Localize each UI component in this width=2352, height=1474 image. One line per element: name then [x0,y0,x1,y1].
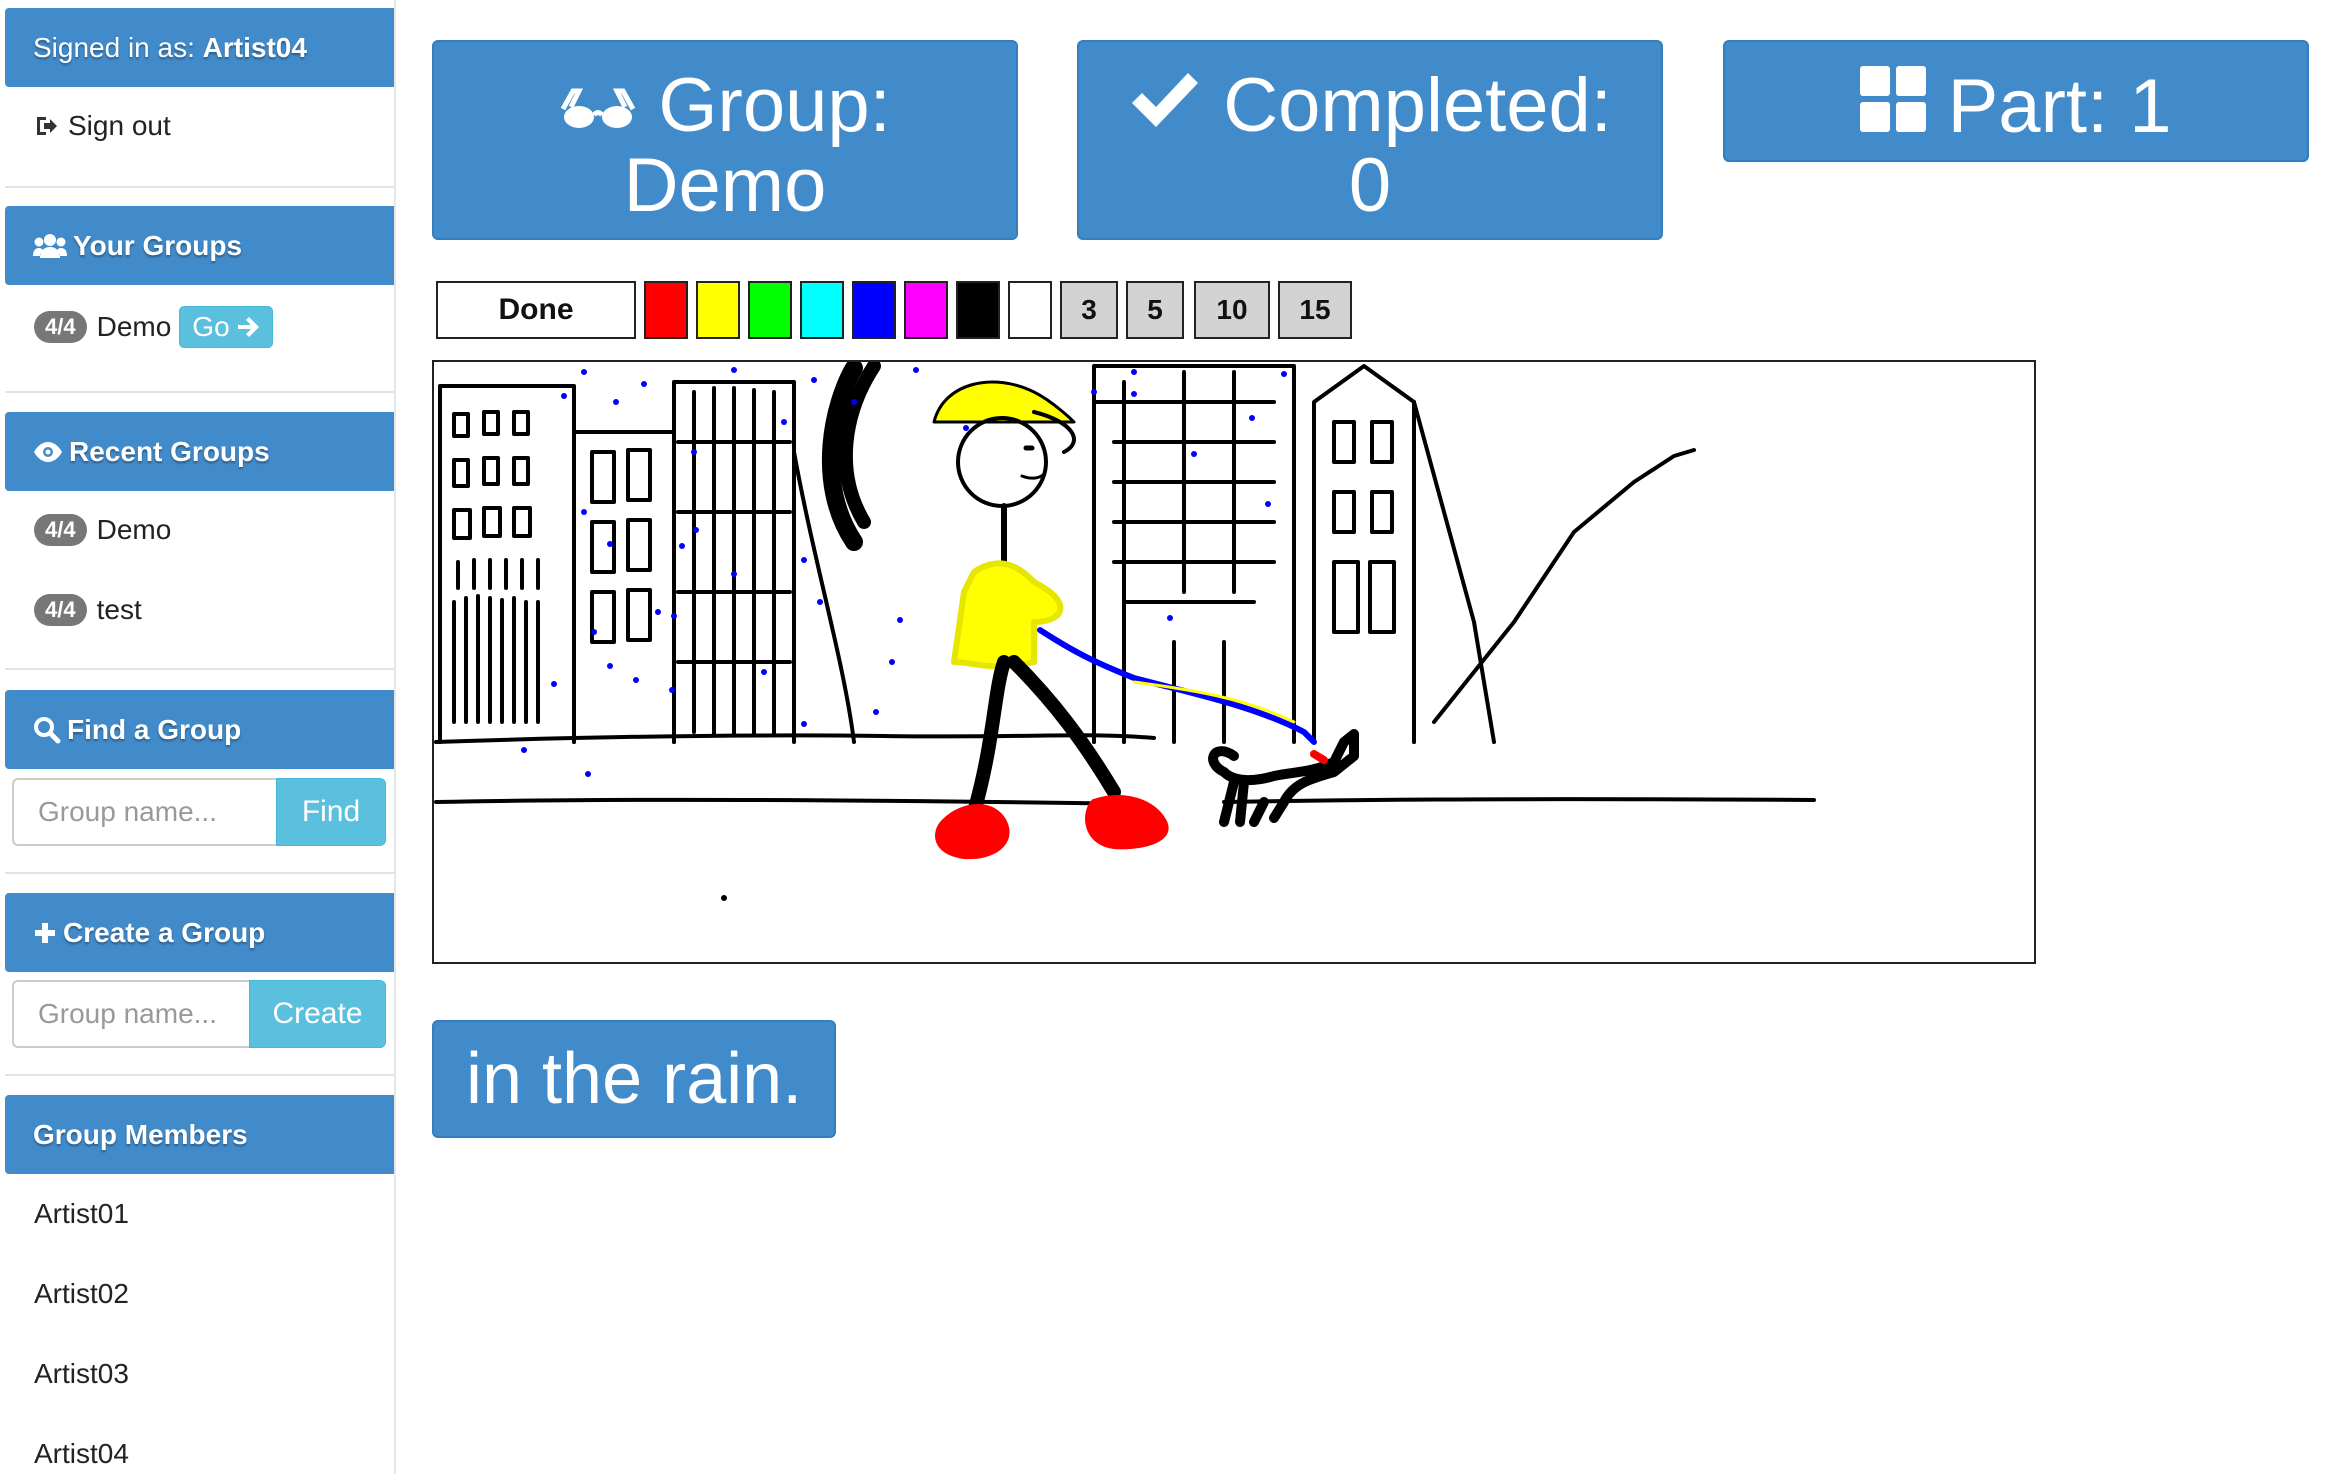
your-groups-title: Your Groups [73,229,243,261]
recent-groups-header: Recent Groups [5,412,394,491]
member-count-badge: 4/4 [34,311,87,343]
group-stat-value: Demo [623,143,827,228]
member-item: Artist01 [34,1198,129,1229]
rain-dots [521,367,1287,901]
group-name: Demo [96,514,172,545]
users-icon [33,232,67,260]
color-swatch-white[interactable] [1008,281,1052,339]
part-stat-label: Part: 1 [1947,64,2172,149]
sidebar: Signed in as: Artist04 Sign out Your Gro… [0,0,396,1474]
your-group-item: 4/4 Demo Go [34,306,273,348]
find-group-header: Find a Group [5,690,394,769]
group-members-header: Group Members [5,1095,394,1174]
member-count-badge: 4/4 [34,514,87,546]
grid-icon [1860,64,1947,149]
done-button[interactable]: Done [436,281,636,339]
group-stat-label: Group: [658,63,891,148]
find-group-title: Find a Group [67,713,242,745]
part-stat: Part: 1 [1723,40,2309,162]
signed-in-prefix: Signed in as: [33,31,203,63]
recent-groups-title: Recent Groups [69,435,270,467]
sign-out-label: Sign out [68,110,171,141]
color-swatch-blue[interactable] [852,281,896,339]
go-button[interactable]: Go [179,306,273,348]
color-swatch-cyan[interactable] [800,281,844,339]
sign-out-link[interactable]: Sign out [34,110,171,142]
divider [5,391,394,393]
checkmark-icon [1128,63,1223,148]
brush-size-button[interactable]: 10 [1194,281,1270,339]
group-members-title: Group Members [33,1118,248,1150]
drawing-canvas[interactable] [432,360,2036,964]
sentence-caption: in the rain. [432,1020,837,1138]
find-button[interactable]: Find [276,778,386,846]
create-button[interactable]: Create [249,980,386,1048]
brush-size-button[interactable]: 15 [1278,281,1352,339]
glasses-icon [559,63,658,148]
color-swatch-black[interactable] [956,281,1000,339]
member-count-badge: 4/4 [34,594,87,626]
create-group-title: Create a Group [63,916,266,948]
color-swatch-magenta[interactable] [904,281,948,339]
group-stat: Group: Demo [432,40,1018,240]
completed-stat: Completed: 0 [1077,40,1663,240]
find-group-input[interactable]: Group name... [12,778,276,846]
create-group-header: Create a Group [5,893,394,972]
arrow-right-icon [236,315,260,339]
member-item: Artist04 [34,1438,129,1469]
plus-icon [33,921,57,945]
signed-in-user: Artist04 [202,31,307,63]
brush-size-button[interactable]: 3 [1060,281,1118,339]
sign-out-icon [34,114,58,138]
create-group-form: Group name... Create [12,980,386,1048]
signed-in-header: Signed in as: Artist04 [5,8,394,87]
your-groups-header: Your Groups [5,206,394,285]
divider [5,668,394,670]
color-swatch-green[interactable] [748,281,792,339]
group-name: Demo [96,311,172,342]
eye-icon [33,441,63,463]
create-group-input[interactable]: Group name... [12,980,249,1048]
go-label: Go [192,311,230,342]
group-name: test [96,594,142,625]
divider [5,1074,394,1076]
member-item: Artist03 [34,1358,129,1389]
color-swatch-red[interactable] [644,281,688,339]
recent-group-item[interactable]: 4/4 Demo [34,514,171,546]
divider [5,186,394,188]
divider [5,872,394,874]
completed-stat-label: Completed: [1223,63,1612,148]
completed-stat-value: 0 [1348,143,1392,228]
member-item: Artist02 [34,1278,129,1309]
recent-group-item[interactable]: 4/4 test [34,594,142,626]
find-group-form: Group name... Find [12,778,386,846]
color-swatch-yellow[interactable] [696,281,740,339]
brush-size-button[interactable]: 5 [1126,281,1184,339]
search-icon [33,716,61,744]
